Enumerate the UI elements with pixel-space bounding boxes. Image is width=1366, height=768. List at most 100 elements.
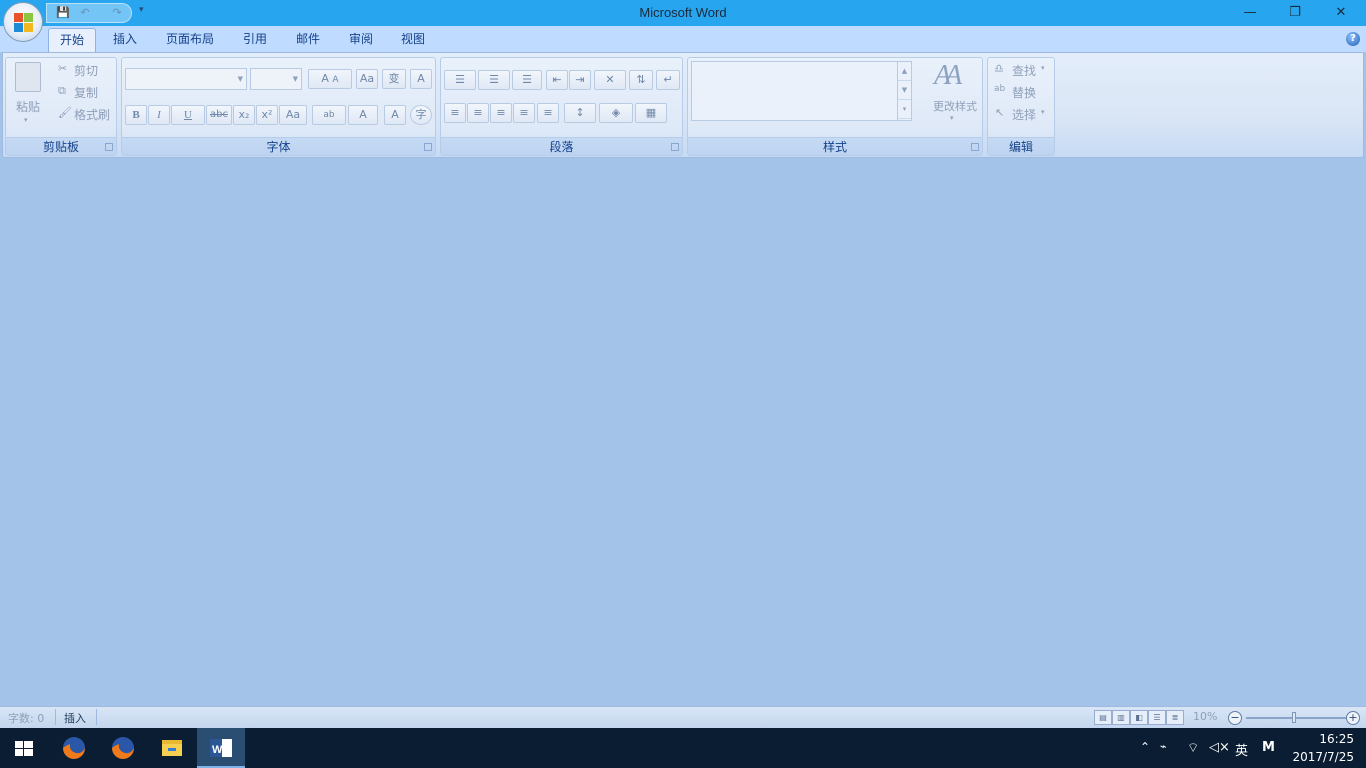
zoom-slider-thumb[interactable] [1292,712,1296,723]
find-chevron-down-icon[interactable]: ▾ [1041,64,1045,72]
select-button[interactable]: 选择 [1012,106,1036,123]
tab-mailings[interactable]: 邮件 [287,28,329,52]
font-name-combobox[interactable]: ▼ [125,68,247,90]
replace-button[interactable]: 替换 [1012,84,1036,101]
gallery-scrollbar[interactable]: ▲ ▼ ▾ [897,62,911,120]
zoom-level[interactable]: 10% [1193,710,1217,723]
styles-dialog-launcher-icon[interactable] [971,143,979,151]
full-screen-reading-icon[interactable]: ▥ [1112,710,1130,725]
clock-time[interactable]: 16:25 [1274,732,1354,746]
character-border-button[interactable]: A [410,69,432,89]
chinese-layout-button[interactable]: ✕ [594,70,626,90]
distributed-button[interactable]: ≡ [537,103,559,123]
font-color-button[interactable]: A [348,105,378,125]
scroll-up-icon[interactable]: ▲ [898,62,911,81]
find-button[interactable]: 查找 [1012,62,1036,79]
decrease-indent-button[interactable]: ⇤ [546,70,568,90]
ribbon: 粘贴 ▾ ✂ 剪切 ⧉ 复制 🖌 格式刷 剪贴板 ▼ ▼ A A Aa 变 A … [2,52,1364,158]
clock-date[interactable]: 2017/7/25 [1274,750,1354,764]
show-hidden-icons-chevron-up-icon[interactable]: ⌃ [1140,740,1150,754]
minimize-button[interactable]: — [1227,0,1273,26]
character-shading-button[interactable]: A [384,105,406,125]
zoom-in-icon[interactable]: + [1346,711,1360,725]
paragraph-dialog-launcher-icon[interactable] [671,143,679,151]
align-left-button[interactable]: ≡ [444,103,466,123]
tab-home[interactable]: 开始 [48,28,96,52]
grow-shrink-font-buttons[interactable]: A A [308,69,352,89]
change-case-button[interactable]: Aa [279,105,307,125]
cut-button[interactable]: 剪切 [74,62,98,79]
change-styles-chevron-down-icon[interactable]: ▾ [950,114,954,122]
network-battery-icon[interactable]: ⌁ [1160,740,1167,753]
group-font: ▼ ▼ A A Aa 变 A B I U abc x₂ x² Aa ab A A… [121,57,436,156]
align-right-button[interactable]: ≡ [490,103,512,123]
change-styles-button[interactable]: 更改样式 [928,98,982,114]
italic-button[interactable]: I [148,105,170,125]
clear-formatting-button[interactable]: Aa [356,69,378,89]
taskbar-word[interactable]: W [197,728,245,768]
tab-review[interactable]: 审阅 [340,28,382,52]
tab-references[interactable]: 引用 [234,28,276,52]
subscript-button[interactable]: x₂ [233,105,255,125]
quick-styles-gallery[interactable]: ▲ ▼ ▾ [691,61,912,121]
draft-view-icon[interactable]: ≣ [1166,710,1184,725]
web-layout-icon[interactable]: ◧ [1130,710,1148,725]
taskbar-firefox-2[interactable] [99,728,147,768]
justify-button[interactable]: ≡ [513,103,535,123]
ime-mode[interactable]: M [1262,740,1275,755]
phonetic-guide-button[interactable]: 变 [382,69,406,89]
select-chevron-down-icon[interactable]: ▾ [1041,108,1045,116]
clipboard-dialog-launcher-icon[interactable] [105,143,113,151]
start-button[interactable] [0,728,48,768]
group-label-editing: 编辑 [988,137,1054,155]
paste-button[interactable]: 粘贴 [10,98,46,115]
word-count[interactable]: 字数: 0 [8,710,44,726]
print-layout-icon[interactable]: ▤ [1094,710,1112,725]
sort-button[interactable]: ⇅ [629,70,653,90]
zoom-slider-track[interactable] [1246,717,1346,719]
taskbar-file-explorer[interactable] [148,728,196,768]
font-size-combobox[interactable]: ▼ [250,68,302,90]
align-center-button[interactable]: ≡ [467,103,489,123]
insert-mode[interactable]: 插入 [64,710,86,726]
line-spacing-button[interactable]: ↕ [564,103,596,123]
font-dialog-launcher-icon[interactable] [424,143,432,151]
help-icon[interactable]: ? [1346,32,1360,46]
outline-view-icon[interactable]: ☰ [1148,710,1166,725]
volume-muted-icon[interactable]: ◁× [1209,740,1230,755]
increase-indent-button[interactable]: ⇥ [569,70,591,90]
shading-button[interactable]: ◈ [599,103,633,123]
paste-chevron-down-icon[interactable]: ▾ [24,116,28,124]
highlight-color-button[interactable]: ab [312,105,346,125]
tab-page-layout[interactable]: 页面布局 [158,28,222,52]
tab-insert[interactable]: 插入 [104,28,146,52]
tab-view[interactable]: 视图 [392,28,434,52]
format-painter-button[interactable]: 格式刷 [74,106,110,123]
multilevel-list-button[interactable]: ☰ [512,70,542,90]
superscript-button[interactable]: x² [256,105,278,125]
gallery-more-icon[interactable]: ▾ [898,100,911,119]
firefox-icon [112,737,134,759]
numbering-button[interactable]: ☰ [478,70,510,90]
strikethrough-button[interactable]: abc [206,105,232,125]
folder-icon [162,740,182,756]
underline-button[interactable]: U [171,105,205,125]
ime-language[interactable]: 英 [1235,740,1248,759]
status-bar: 字数: 0 插入 ▤ ▥ ◧ ☰ ≣ 10% − + [0,706,1366,728]
copy-button[interactable]: 复制 [74,84,98,101]
brush-icon: 🖌 [58,106,72,119]
borders-button[interactable]: ▦ [635,103,667,123]
office-button[interactable] [3,2,43,42]
copy-icon: ⧉ [58,84,66,97]
bullets-button[interactable]: ☰ [444,70,476,90]
close-button[interactable]: ✕ [1318,0,1364,26]
wifi-icon[interactable]: ⌔ [1187,740,1199,756]
bold-button[interactable]: B [125,105,147,125]
enclose-characters-button[interactable]: 字 [410,105,432,125]
group-label-clipboard: 剪贴板 [6,137,116,155]
zoom-out-icon[interactable]: − [1228,711,1242,725]
scroll-down-icon[interactable]: ▼ [898,81,911,100]
restore-button[interactable]: ❐ [1272,0,1318,26]
show-hide-marks-button[interactable]: ↵ [656,70,680,90]
taskbar-firefox[interactable] [50,728,98,768]
